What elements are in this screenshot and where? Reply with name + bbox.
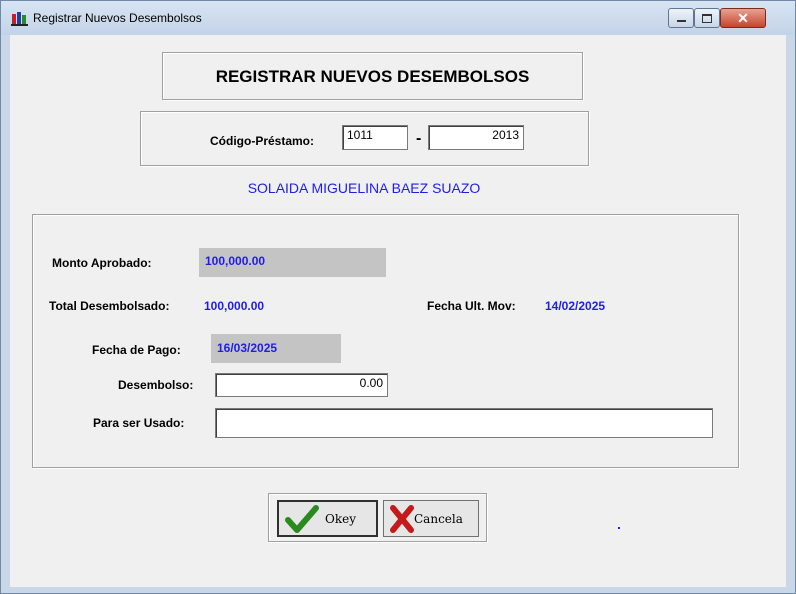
okey-button[interactable]: Okey	[277, 500, 378, 537]
close-icon: ✕	[737, 9, 749, 26]
client-name: SOLAIDA MIGUELINA BAEZ SUAZO	[247, 180, 481, 196]
codigo-part2-input[interactable]: 2013	[428, 125, 524, 150]
heading-box: REGISTRAR NUEVOS DESEMBOLSOS	[162, 52, 583, 100]
x-cancel-icon	[390, 504, 414, 533]
cancela-button[interactable]: Cancela	[383, 500, 479, 537]
app-window: Registrar Nuevos Desembolsos ✕ REGISTRAR…	[0, 0, 796, 594]
button-panel: Okey Cancela	[268, 493, 487, 542]
total-desembolsado-value: 100,000.00	[204, 299, 265, 313]
maximize-icon	[702, 13, 712, 23]
codigo-part1-input[interactable]: 1011	[342, 125, 408, 150]
codigo-box: Código-Préstamo: 1011 - 2013	[140, 111, 589, 166]
para-ser-usado-input[interactable]	[215, 408, 713, 438]
total-desembolsado-label: Total Desembolsado:	[49, 299, 170, 313]
title-bar[interactable]: Registrar Nuevos Desembolsos ✕	[1, 1, 795, 35]
stray-dot	[618, 527, 620, 529]
page-title: REGISTRAR NUEVOS DESEMBOLSOS	[215, 67, 530, 86]
details-box: Monto Aprobado: 100,000.00 Total Desembo…	[32, 214, 739, 468]
form-client-area: REGISTRAR NUEVOS DESEMBOLSOS Código-Prés…	[10, 35, 786, 587]
desembolso-input[interactable]: 0.00	[215, 373, 388, 397]
monto-aprobado-value: 100,000.00	[205, 254, 266, 268]
minimize-button[interactable]	[668, 8, 694, 28]
monto-aprobado-field: 100,000.00	[199, 248, 386, 277]
codigo-label: Código-Préstamo:	[210, 134, 315, 148]
fecha-ult-mov-label: Fecha Ult. Mov:	[427, 299, 516, 313]
okey-label: Okey	[325, 511, 356, 526]
checkmark-icon	[285, 504, 319, 533]
app-icon	[11, 12, 28, 26]
fecha-pago-field: 16/03/2025	[211, 334, 341, 363]
para-ser-usado-label: Para ser Usado:	[93, 416, 185, 430]
codigo-dash: -	[416, 130, 422, 147]
fecha-ult-mov-value: 14/02/2025	[545, 299, 606, 313]
cancela-label: Cancela	[414, 511, 463, 526]
minimize-icon	[676, 20, 686, 22]
fecha-pago-label: Fecha de Pago:	[92, 343, 181, 357]
maximize-button[interactable]	[694, 8, 720, 28]
desembolso-label: Desembolso:	[118, 378, 194, 392]
fecha-pago-value: 16/03/2025	[217, 341, 278, 355]
window-title: Registrar Nuevos Desembolsos	[33, 11, 202, 25]
close-button[interactable]: ✕	[720, 8, 766, 28]
monto-aprobado-label: Monto Aprobado:	[52, 256, 152, 270]
